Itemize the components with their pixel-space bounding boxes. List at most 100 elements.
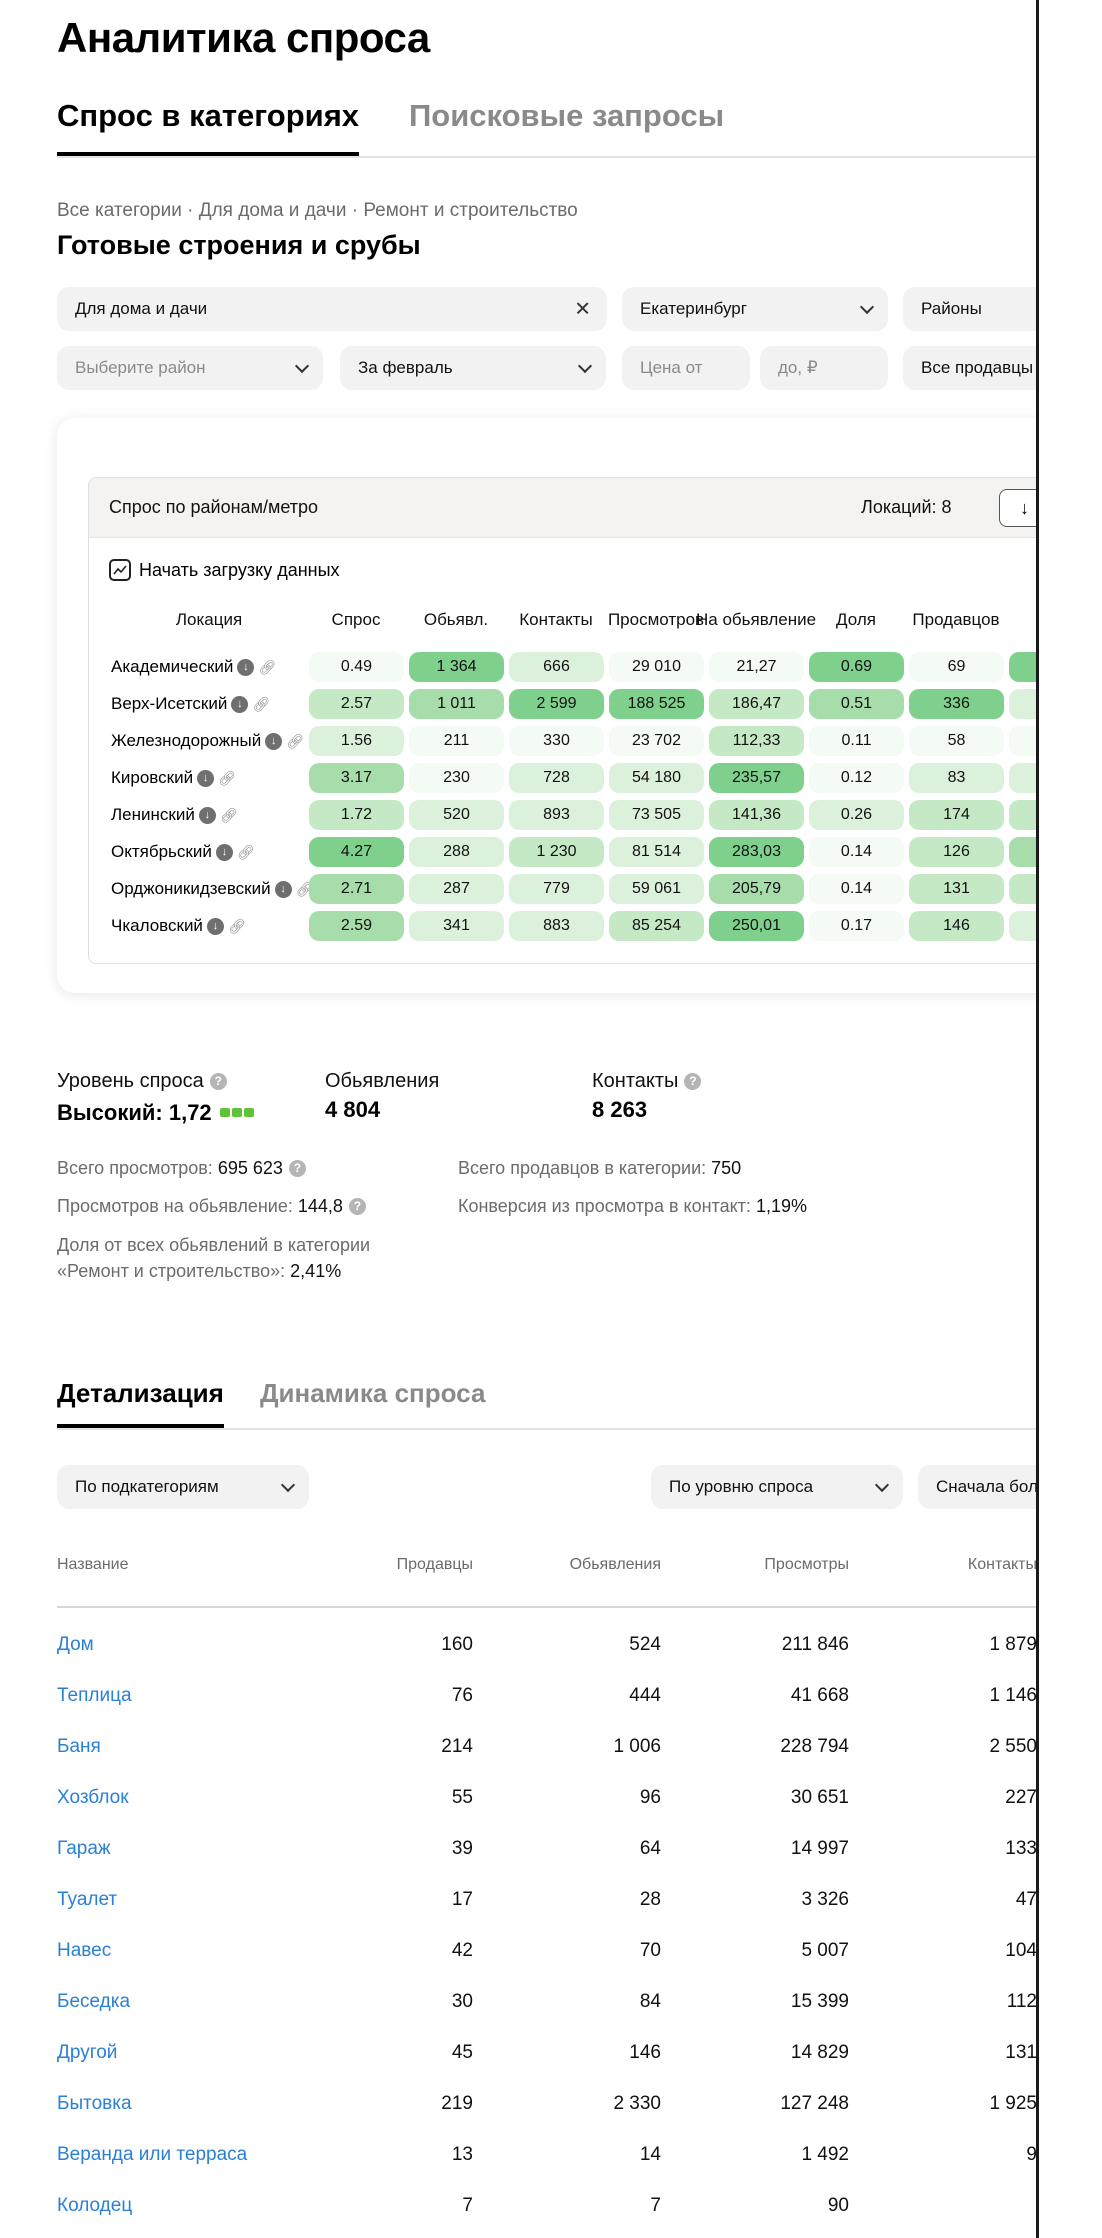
subcategory-link[interactable]: Веранда или терраса: [57, 2144, 247, 2166]
load-data-button[interactable]: Начать загрузку данных: [109, 558, 340, 582]
price-to-placeholder: до, ₽: [778, 358, 818, 377]
download-icon[interactable]: ↓: [215, 843, 233, 861]
download-icon: ↓: [1020, 498, 1029, 518]
sort-by-select[interactable]: По уровню спроса: [651, 1465, 903, 1509]
link-icon[interactable]: 🔗︎: [220, 807, 238, 824]
chevron-down-icon: [859, 299, 875, 315]
heatmap-cell: 2.71: [309, 874, 404, 904]
table-cell: 1 146: [989, 1685, 1036, 1706]
heatmap-cell: 0.69: [809, 652, 904, 682]
heatmap-cell: 4.27: [309, 837, 404, 867]
download-icon[interactable]: ↓: [274, 880, 292, 898]
group-by-select[interactable]: По подкатегориям: [57, 1465, 309, 1509]
sellers-select[interactable]: Все продавцы: [903, 346, 1036, 390]
heatmap-cell: 0.49: [309, 652, 404, 682]
subcategory-link[interactable]: Гараж: [57, 1838, 111, 1860]
link-icon[interactable]: 🔗︎: [258, 659, 276, 676]
category-share-value: 2,41%: [290, 1261, 342, 1281]
clear-icon[interactable]: ✕: [574, 297, 591, 322]
col-header-name[interactable]: Название: [57, 1556, 129, 1574]
window-edge: [1036, 0, 1102, 2238]
heatmap-cell: 728: [509, 763, 604, 793]
heatmap-location-name: Железнодорожный: [111, 731, 262, 750]
table-cell: 131: [1005, 2042, 1036, 2063]
subcategory-link[interactable]: Навес: [57, 1940, 111, 1962]
table-cell: 524: [629, 1634, 661, 1655]
districts-select[interactable]: Районы: [903, 287, 1036, 331]
help-icon[interactable]: ?: [348, 1198, 366, 1215]
subcategory-link[interactable]: Беседка: [57, 1991, 130, 2013]
total-sellers: Всего продавцов в категории: 750: [458, 1155, 741, 1181]
subcategory-link[interactable]: Хозблок: [57, 1787, 129, 1809]
heatmap-location: Орджоникидзевский ↓ 🔗︎: [111, 879, 313, 899]
table-cell: 9: [1026, 2144, 1036, 2165]
category-share: Доля от всех обьявлений в категории «Рем…: [57, 1232, 370, 1284]
link-icon[interactable]: 🔗︎: [218, 770, 236, 787]
table-cell: 13: [451, 2144, 473, 2165]
download-icon[interactable]: ↓: [231, 695, 249, 713]
city-select[interactable]: Екатеринбург: [622, 287, 888, 331]
heatmap-location-name: Верх-Исетский: [111, 694, 228, 713]
table-cell: 227: [1005, 1787, 1036, 1808]
order-select[interactable]: Сначала бол: [918, 1465, 1036, 1509]
category-title: Готовые строения и срубы: [57, 230, 421, 260]
tab-category-demand[interactable]: Спрос в категориях: [57, 98, 360, 156]
subcategory-link[interactable]: Колодец: [57, 2195, 132, 2217]
conversion-value: 1,19%: [755, 1196, 807, 1216]
heatmap-cell: 1.56: [309, 726, 404, 756]
download-icon[interactable]: ↓: [237, 658, 255, 676]
breadcrumb-repair[interactable]: Ремонт и строительство: [363, 200, 577, 221]
category-select[interactable]: Для дома и дачи ✕: [57, 287, 607, 331]
table-cell: 127 248: [780, 2093, 849, 2114]
price-to-input[interactable]: до, ₽: [760, 346, 888, 390]
col-header-sellers[interactable]: Продавцы: [333, 1556, 473, 1574]
tab-search-queries[interactable]: Поисковые запросы: [409, 98, 724, 152]
download-icon[interactable]: ↓: [206, 917, 224, 935]
heatmap-cell: 0.51: [809, 689, 904, 719]
help-icon[interactable]: ?: [288, 1160, 306, 1177]
contacts-label-text: Контакты: [592, 1070, 679, 1092]
link-icon[interactable]: 🔗︎: [228, 918, 246, 935]
heatmap-cell: 520: [409, 800, 504, 830]
period-select-value: За февраль: [358, 358, 453, 377]
subcategory-link[interactable]: Дом: [57, 1634, 94, 1656]
table-cell: 28: [639, 1889, 661, 1910]
tab-demand-dynamics[interactable]: Динамика спроса: [260, 1378, 485, 1424]
help-icon[interactable]: ?: [209, 1073, 227, 1090]
help-icon[interactable]: ?: [684, 1073, 702, 1090]
demand-level-label-text: Уровень спроса: [57, 1070, 204, 1092]
subcategory-link[interactable]: Теплица: [57, 1685, 132, 1707]
detail-tabs: Детализация Динамика спроса: [57, 1378, 1036, 1430]
download-icon[interactable]: ↓: [197, 769, 215, 787]
table-cell: 96: [639, 1787, 661, 1808]
subcategory-link[interactable]: Другой: [57, 2042, 117, 2064]
heatmap-cell: 58: [909, 726, 1004, 756]
conversion: Конверсия из просмотра в контакт: 1,19%: [458, 1193, 807, 1219]
subcategory-link[interactable]: Баня: [57, 1736, 101, 1758]
heatmap-cell: [1009, 874, 1036, 904]
heatmap-location: Верх-Исетский ↓ 🔗︎: [111, 694, 270, 714]
download-icon[interactable]: ↓: [265, 732, 283, 750]
col-header-views[interactable]: Просмотры: [709, 1556, 849, 1574]
subcategory-link[interactable]: Туалет: [57, 1889, 117, 1911]
heatmap-cell: 131: [909, 874, 1004, 904]
price-from-input[interactable]: Цена от: [622, 346, 750, 390]
heatmap-col-header[interactable]: К: [996, 610, 1036, 630]
col-header-listings[interactable]: Обьявления: [521, 1556, 661, 1574]
district-select[interactable]: Выберите район: [57, 346, 323, 390]
col-header-contacts[interactable]: Контакты: [897, 1556, 1036, 1574]
breadcrumb-home-garden[interactable]: Для дома и дачи: [199, 200, 347, 221]
download-button[interactable]: ↓: [999, 489, 1036, 527]
download-icon[interactable]: ↓: [198, 806, 216, 824]
breadcrumb-all-categories[interactable]: Все категории: [57, 200, 182, 221]
link-icon[interactable]: 🔗︎: [252, 696, 270, 713]
subcategory-link[interactable]: Бытовка: [57, 2093, 132, 2115]
period-select[interactable]: За февраль: [340, 346, 606, 390]
tab-details[interactable]: Детализация: [57, 1378, 224, 1428]
link-icon[interactable]: 🔗︎: [286, 733, 304, 750]
chevron-down-icon: [294, 358, 310, 374]
heatmap-cell: 1.72: [309, 800, 404, 830]
heatmap-cell: 2.57: [309, 689, 404, 719]
link-icon[interactable]: 🔗︎: [237, 844, 255, 861]
heatmap-cell: 54 180: [609, 763, 704, 793]
